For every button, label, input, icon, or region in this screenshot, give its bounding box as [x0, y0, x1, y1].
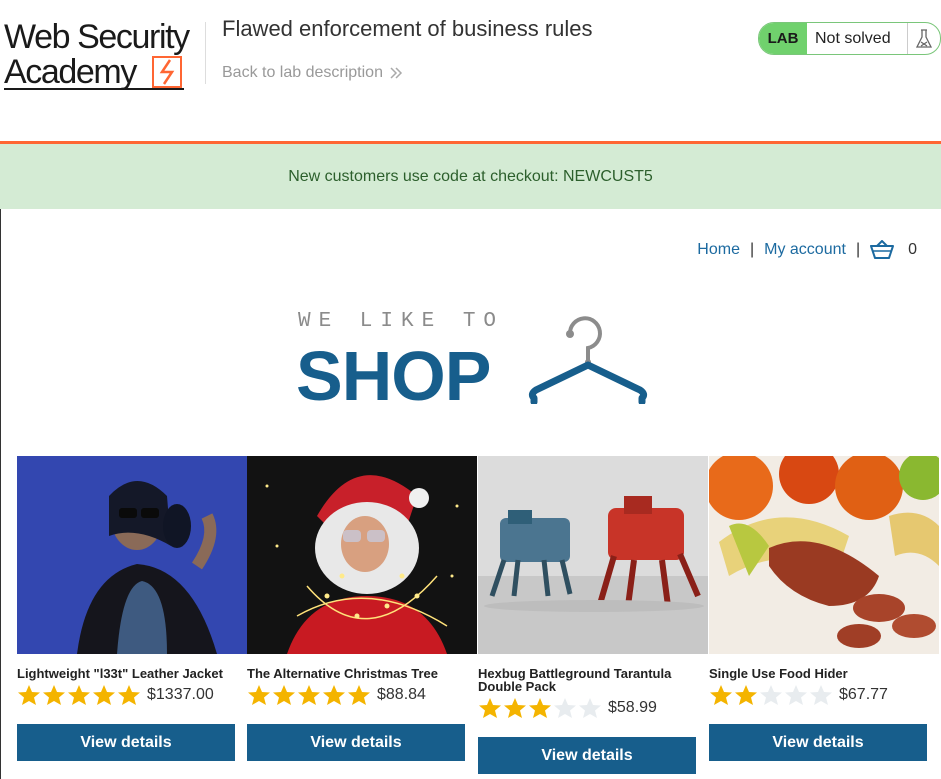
product-card: Lightweight "l33t" Leather Jacket $1337.… [17, 456, 247, 761]
view-details-button[interactable]: View details [247, 724, 465, 761]
view-details-button[interactable]: View details [709, 724, 927, 761]
rating-stars [478, 697, 602, 719]
product-price: $88.84 [377, 686, 426, 703]
star-icon [735, 685, 757, 705]
star-icon [810, 685, 832, 705]
lab-header: Web Security Academy Flawed enforcement … [0, 0, 941, 142]
product-card: The Alternative Christmas Tree $88.84 Vi… [247, 456, 477, 761]
lab-badge: LAB [759, 23, 807, 54]
logo-underline [4, 88, 184, 90]
star-icon [68, 685, 90, 705]
lab-status: Not solved [815, 29, 891, 47]
chevron-double-right-icon [390, 67, 403, 79]
product-image[interactable] [478, 456, 708, 654]
rating-stars [709, 684, 833, 706]
star-icon [760, 685, 782, 705]
product-card: Hexbug Battleground Tarantula Double Pac… [478, 456, 708, 774]
cart-link[interactable]: 0 [870, 240, 917, 260]
star-icon [43, 685, 65, 705]
product-name: Hexbug Battleground Tarantula Double Pac… [478, 666, 672, 694]
lab-title: Flawed enforcement of business rules [222, 16, 593, 41]
star-icon [298, 685, 320, 705]
top-nav: Home | My account | 0 [697, 240, 917, 260]
hero-tagline: WE LIKE TO [298, 310, 505, 333]
bolt-icon [152, 56, 182, 88]
view-details-button[interactable]: View details [17, 724, 235, 761]
product-price: $67.77 [839, 686, 888, 703]
product-image[interactable] [17, 456, 247, 654]
rating-stars [17, 684, 141, 706]
star-icon [579, 698, 601, 718]
rating-stars [247, 684, 371, 706]
logo-line-2: Academy [4, 53, 137, 91]
back-to-lab-link[interactable]: Back to lab description [222, 64, 403, 82]
flask-button[interactable] [907, 23, 940, 54]
star-icon [710, 685, 732, 705]
cart-icon [870, 240, 895, 259]
star-icon [93, 685, 115, 705]
star-icon [248, 685, 270, 705]
star-icon [323, 685, 345, 705]
hero-word: SHOP [296, 337, 491, 415]
hanger-icon [528, 316, 648, 404]
nav-separator: | [749, 241, 755, 258]
star-icon [554, 698, 576, 718]
product-price: $58.99 [608, 699, 657, 716]
product-name: Lightweight "l33t" Leather Jacket [17, 666, 223, 681]
product-name: Single Use Food Hider [709, 666, 848, 681]
promo-text: New customers use code at checkout: NEWC… [288, 167, 653, 185]
star-icon [18, 685, 40, 705]
product-name: The Alternative Christmas Tree [247, 666, 438, 681]
product-image[interactable] [247, 456, 477, 654]
product-card: Single Use Food Hider $67.77 View detail… [709, 456, 939, 761]
header-divider [205, 22, 206, 84]
cart-count: 0 [908, 241, 917, 258]
flask-icon [916, 28, 932, 48]
star-icon [479, 698, 501, 718]
back-link-label: Back to lab description [222, 64, 383, 81]
view-details-button[interactable]: View details [478, 737, 696, 774]
nav-home-link[interactable]: Home [697, 241, 740, 259]
star-icon [785, 685, 807, 705]
academy-logo[interactable]: Web Security Academy [4, 18, 204, 92]
lab-status-widget: LAB Not solved [758, 22, 941, 55]
hero-banner: WE LIKE TO SHOP [296, 308, 652, 415]
promo-banner: New customers use code at checkout: NEWC… [0, 144, 941, 209]
product-image[interactable] [709, 456, 939, 654]
star-icon [529, 698, 551, 718]
star-icon [504, 698, 526, 718]
star-icon [273, 685, 295, 705]
logo-line-1: Web Security [4, 18, 190, 56]
nav-separator: | [855, 241, 861, 258]
product-price: $1337.00 [147, 686, 214, 703]
star-icon [118, 685, 140, 705]
nav-account-link[interactable]: My account [764, 241, 846, 259]
star-icon [348, 685, 370, 705]
product-grid: Lightweight "l33t" Leather Jacket $1337.… [17, 456, 941, 779]
